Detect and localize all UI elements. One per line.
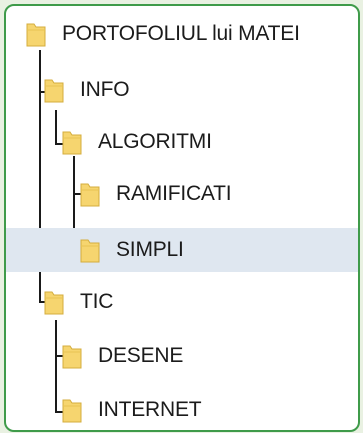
tree-node-label: INFO (80, 78, 130, 101)
tree-node-simpli[interactable]: SIMPLI (6, 228, 358, 272)
tree-node-ramificati[interactable]: RAMIFICATI (80, 172, 232, 216)
tree-node-info[interactable]: INFO (44, 68, 130, 112)
folder-icon (26, 23, 46, 47)
folder-icon (44, 79, 64, 103)
tree-node-label: RAMIFICATI (116, 182, 232, 205)
folder-icon (62, 345, 82, 369)
folder-tree-panel: PORTOFOLIUL lui MATEI INFO ALGORITMI RAM… (4, 4, 360, 432)
folder-icon (44, 291, 64, 315)
tree-node-label: SIMPLI (116, 238, 184, 261)
tree-node-tic[interactable]: TIC (44, 280, 113, 324)
tree-node-label: DESENE (98, 344, 184, 367)
folder-icon (62, 131, 82, 155)
tree-node-label: PORTOFOLIUL lui MATEI (62, 22, 300, 45)
folder-icon (80, 239, 100, 263)
folder-tree: PORTOFOLIUL lui MATEI INFO ALGORITMI RAM… (6, 6, 358, 430)
tree-node-label: ALGORITMI (98, 130, 212, 153)
folder-icon (62, 399, 82, 423)
tree-node-label: TIC (80, 290, 114, 313)
folder-icon (80, 183, 100, 207)
tree-node-desene[interactable]: DESENE (62, 334, 183, 378)
tree-node-algoritmi[interactable]: ALGORITMI (62, 120, 212, 164)
tree-node-label: INTERNET (98, 398, 202, 421)
tree-node-internet[interactable]: INTERNET (62, 388, 202, 430)
tree-node-root[interactable]: PORTOFOLIUL lui MATEI (26, 12, 300, 56)
